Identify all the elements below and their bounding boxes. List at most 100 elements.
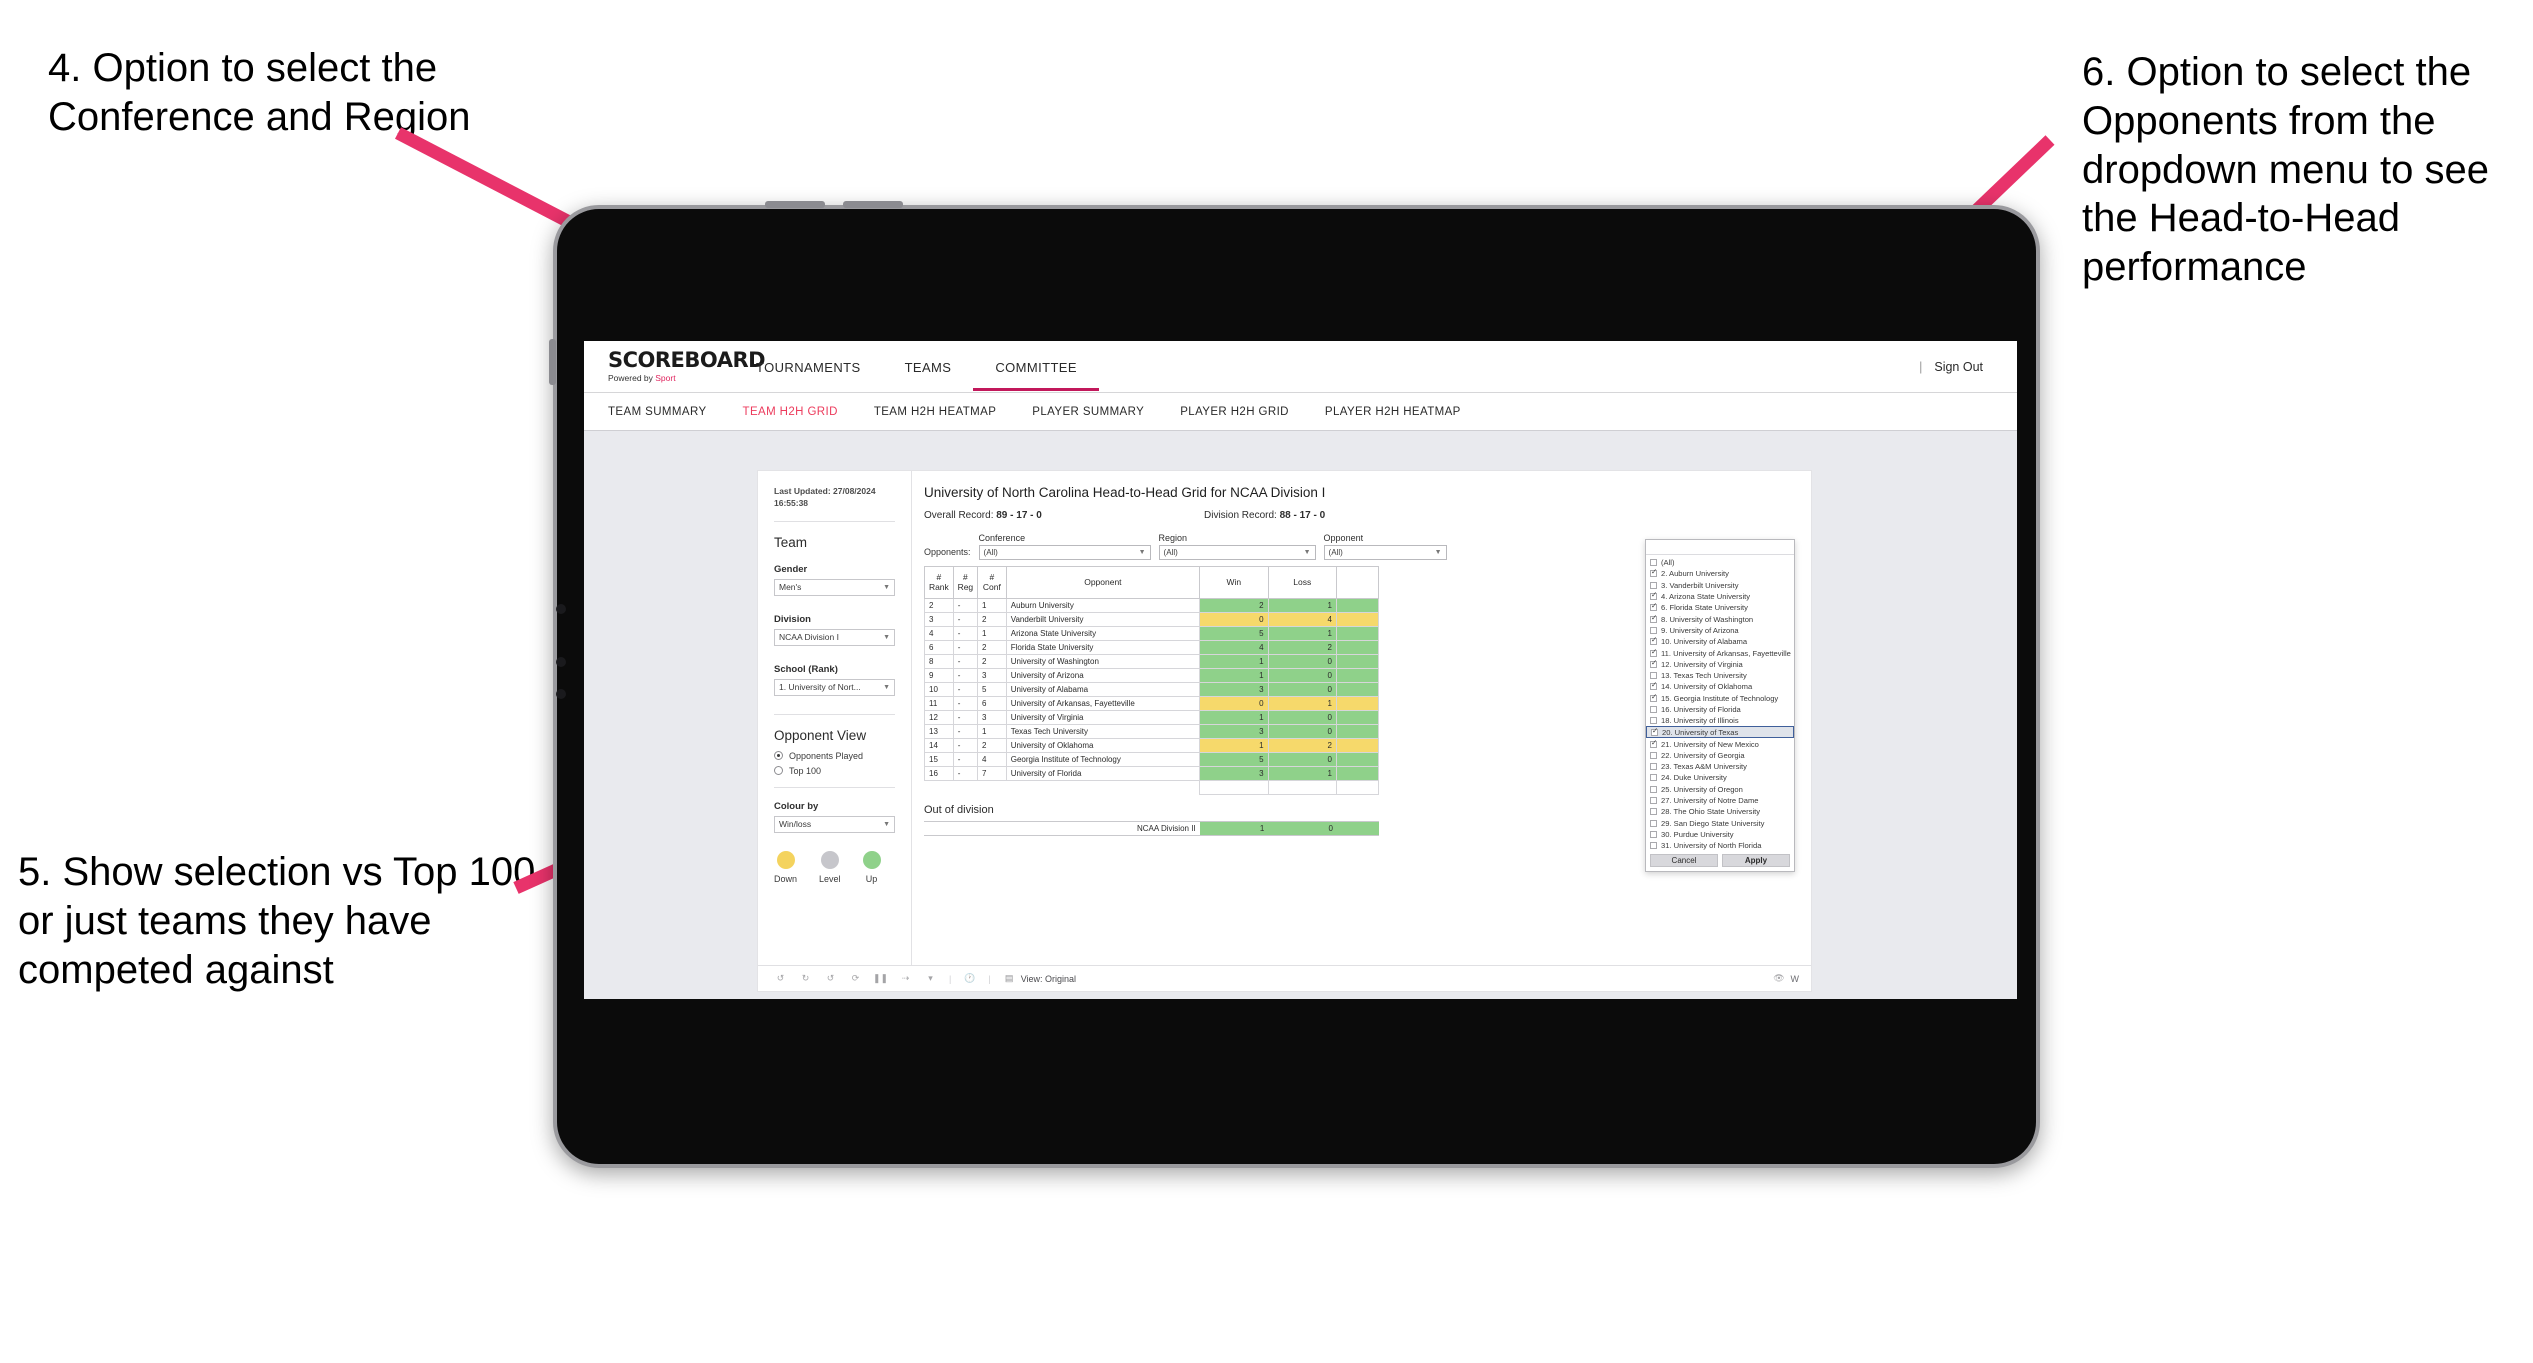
nav-committee[interactable]: COMMITTEE [973, 344, 1099, 391]
opponent-option[interactable]: 16. University of Florida [1646, 704, 1794, 715]
radio-top-100[interactable]: Top 100 [774, 766, 895, 776]
opponent-option[interactable]: 18. University of Illinois [1646, 715, 1794, 726]
opponent-option[interactable]: 6. Florida State University [1646, 602, 1794, 613]
checkbox-icon[interactable] [1650, 808, 1657, 816]
app-logo[interactable]: SCOREBOARD Powered by Sport [584, 350, 766, 384]
opponent-option[interactable]: 8. University of Washington [1646, 613, 1794, 624]
undo-icon[interactable]: ↺ [774, 972, 787, 985]
chevron-down-icon[interactable]: ▾ [924, 972, 937, 985]
table-row[interactable]: 6-2 Florida State University 4 2 [924, 640, 1379, 655]
volume-up-button[interactable] [765, 201, 825, 208]
table-row[interactable]: 9-3 University of Arizona 1 0 [924, 668, 1379, 683]
pause-icon[interactable]: ❚❚ [873, 972, 888, 985]
checkbox-icon[interactable] [1650, 636, 1657, 646]
table-row[interactable]: 8-2 University of Washington 1 0 [924, 654, 1379, 669]
radio-opponents-played[interactable]: Opponents Played [774, 751, 895, 761]
col-rank[interactable]: # Rank [924, 566, 954, 599]
redo-icon[interactable]: ↻ [799, 972, 812, 985]
checkbox-icon[interactable] [1650, 717, 1657, 725]
subnav-team-h2h-heatmap[interactable]: TEAM H2H HEATMAP [874, 406, 996, 418]
opponent-option[interactable]: 29. San Diego State University [1646, 818, 1794, 829]
table-row[interactable]: 13-1 Texas Tech University 3 0 [924, 724, 1379, 739]
cancel-button[interactable]: Cancel [1650, 854, 1718, 868]
colour-by-select[interactable]: Win/loss ▼ [774, 815, 895, 833]
table-row[interactable]: 16-7 University of Florida 3 1 [924, 766, 1379, 781]
opponent-option[interactable]: 20. University of Texas [1646, 726, 1794, 739]
col-opponent[interactable]: Opponent [1005, 566, 1201, 599]
checkbox-icon[interactable] [1650, 706, 1657, 713]
nav-teams[interactable]: TEAMS [883, 344, 974, 390]
apply-button[interactable]: Apply [1722, 854, 1790, 868]
checkbox-icon[interactable] [1650, 581, 1657, 589]
subnav-player-h2h-heatmap[interactable]: PLAYER H2H HEATMAP [1325, 406, 1461, 418]
checkbox-icon[interactable] [1650, 797, 1657, 805]
checkbox-icon[interactable] [1650, 614, 1657, 623]
opponent-option[interactable]: 28. The Ohio State University [1646, 806, 1794, 817]
table-row[interactable]: 3-2 Vanderbilt University 0 4 [924, 612, 1379, 627]
opponent-select[interactable]: (All) ▼ [1323, 545, 1447, 560]
checkbox-icon[interactable] [1650, 693, 1657, 702]
opponent-option[interactable]: 30. Purdue University [1646, 829, 1794, 840]
conference-select[interactable]: (All) ▼ [978, 545, 1151, 560]
share-icon[interactable]: ⇢ [899, 972, 912, 985]
opponent-option[interactable]: 14. University of Oklahoma [1646, 681, 1794, 692]
sign-out-link[interactable]: Sign Out [1934, 360, 1983, 374]
subnav-player-h2h-grid[interactable]: PLAYER H2H GRID [1180, 406, 1289, 418]
checkbox-icon[interactable] [1650, 739, 1657, 748]
opponent-search-input[interactable] [1646, 540, 1794, 555]
revert-icon[interactable]: ↺ [824, 972, 837, 985]
checkbox-icon[interactable] [1650, 568, 1657, 578]
checkbox-icon[interactable] [1650, 763, 1657, 771]
opponent-option[interactable]: 11. University of Arkansas, Fayetteville [1646, 647, 1794, 658]
subnav-player-summary[interactable]: PLAYER SUMMARY [1032, 406, 1144, 418]
opponent-option[interactable]: 23. Texas A&M University [1646, 761, 1794, 772]
region-select[interactable]: (All) ▼ [1158, 545, 1316, 560]
opponent-option[interactable]: 22. University of Georgia [1646, 750, 1794, 761]
opponent-option[interactable]: 31. University of North Florida [1646, 840, 1794, 851]
table-row[interactable]: 2-1 Auburn University 2 1 [924, 598, 1379, 613]
division-select[interactable]: NCAA Division I ▼ [774, 628, 895, 646]
opponent-option[interactable]: 27. University of Notre Dame [1646, 795, 1794, 806]
opponent-option-list[interactable]: (All)2. Auburn University3. Vanderbilt U… [1646, 555, 1794, 851]
checkbox-icon[interactable] [1650, 842, 1657, 850]
opponent-option[interactable]: 4. Arizona State University [1646, 591, 1794, 602]
subnav-team-h2h-grid[interactable]: TEAM H2H GRID [743, 406, 838, 418]
opponent-option[interactable]: 10. University of Alabama [1646, 636, 1794, 647]
checkbox-icon[interactable] [1650, 559, 1657, 567]
col-conf[interactable]: # Conf [977, 566, 1007, 599]
checkbox-icon[interactable] [1650, 659, 1657, 668]
col-reg[interactable]: # Reg [952, 566, 979, 599]
table-row[interactable]: 11-6 University of Arkansas, Fayetteville… [924, 696, 1379, 711]
checkbox-icon[interactable] [1650, 774, 1657, 782]
checkbox-icon[interactable] [1650, 785, 1657, 793]
col-loss[interactable]: Loss [1267, 566, 1338, 599]
table-row[interactable]: 10-5 University of Alabama 3 0 [924, 682, 1379, 697]
opponent-option[interactable]: 21. University of New Mexico [1646, 738, 1794, 749]
volume-down-button[interactable] [843, 201, 903, 208]
checkbox-icon[interactable] [1650, 830, 1657, 838]
gender-select[interactable]: Men's ▼ [774, 578, 895, 596]
checkbox-icon[interactable] [1650, 626, 1657, 634]
opponent-dropdown-popup[interactable]: (All)2. Auburn University3. Vanderbilt U… [1645, 539, 1795, 873]
table-row[interactable]: 14-2 University of Oklahoma 1 2 [924, 738, 1379, 753]
table-row[interactable]: 12-3 University of Virginia 1 0 [924, 710, 1379, 725]
power-button[interactable] [549, 339, 556, 385]
checkbox-icon[interactable] [1650, 602, 1657, 612]
checkbox-icon[interactable] [1650, 819, 1657, 827]
checkbox-icon[interactable] [1650, 751, 1657, 759]
opponent-option[interactable]: 24. Duke University [1646, 772, 1794, 783]
eye-icon[interactable]: 👁 [1773, 972, 1786, 985]
opponent-option[interactable]: 25. University of Oregon [1646, 784, 1794, 795]
opponent-option[interactable]: 2. Auburn University [1646, 568, 1794, 579]
opponent-option[interactable]: 12. University of Virginia [1646, 659, 1794, 670]
checkbox-icon[interactable] [1650, 591, 1657, 601]
table-row[interactable]: 4-1 Arizona State University 5 1 [924, 626, 1379, 641]
refresh-data-icon[interactable]: ⟳ [849, 972, 862, 985]
view-original-button[interactable]: ▤ View: Original [1003, 972, 1076, 985]
opponent-option[interactable]: 15. Georgia Institute of Technology [1646, 693, 1794, 704]
nav-tournaments[interactable]: TOURNAMENTS [734, 344, 883, 390]
opponent-option[interactable]: (All) [1646, 557, 1794, 568]
col-win[interactable]: Win [1199, 566, 1269, 599]
out-of-division-row[interactable]: NCAA Division II 1 0 [924, 821, 1379, 836]
checkbox-icon[interactable] [1650, 681, 1657, 691]
